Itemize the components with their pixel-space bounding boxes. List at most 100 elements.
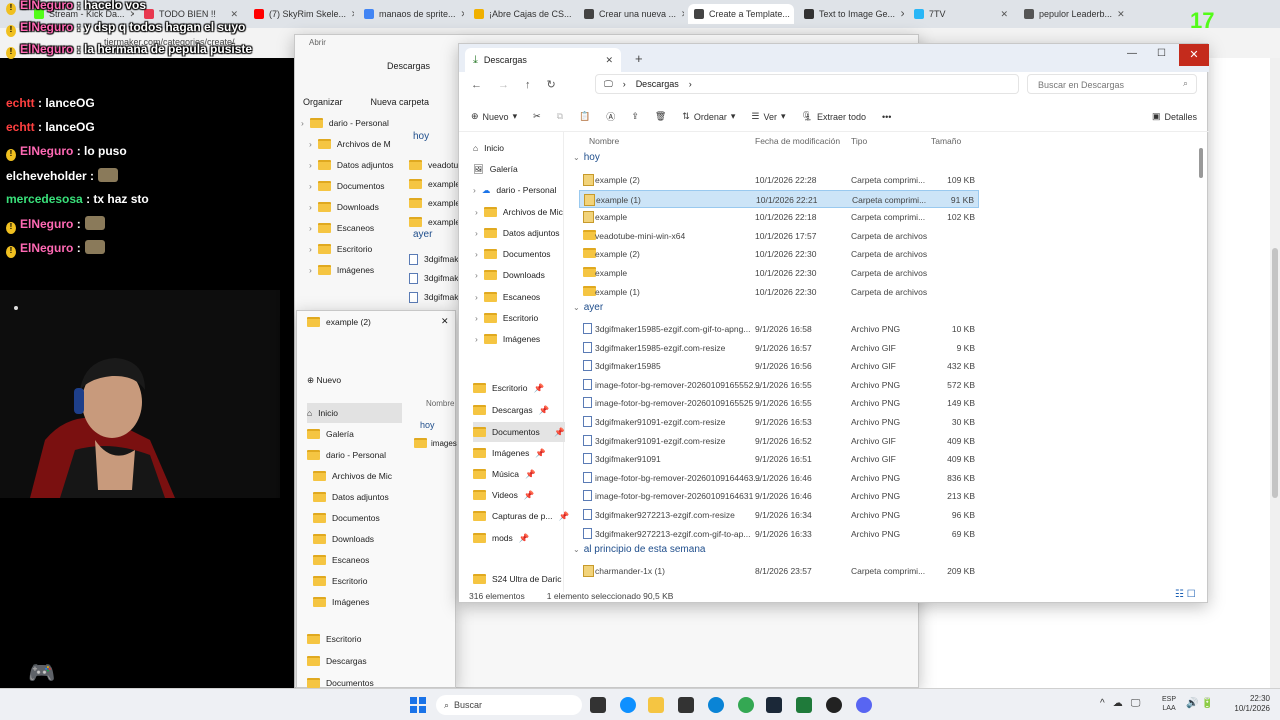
tree-item[interactable]: Datos adjuntos <box>313 487 389 507</box>
close-tab-icon[interactable]: ✕ <box>351 9 354 20</box>
file-row[interactable]: 3dgifmaker91091-ezgif.com-resize 9/1/2026… <box>579 432 979 450</box>
back-window-tab[interactable]: Descargas <box>387 61 430 71</box>
browser-tab[interactable]: Create a Template...✕ <box>688 4 794 24</box>
tree-item[interactable]: › Datos adjuntos <box>309 155 394 175</box>
organize-button[interactable]: Organizar <box>303 97 343 107</box>
list-item[interactable]: 3dgifmake <box>409 249 463 269</box>
file-row[interactable]: example (2) 10/1/2026 22:30 Carpeta de arc… <box>579 245 979 263</box>
tree-item[interactable]: › Escaneos <box>309 218 374 238</box>
new-button[interactable]: ⊕ Nuevo <box>307 375 341 386</box>
file-row[interactable]: veadotube-mini-win-x64 10/1/2026 17:57 Car… <box>579 227 979 245</box>
tree-item[interactable]: Downloads <box>313 529 374 549</box>
file-explorer-icon[interactable] <box>648 697 664 713</box>
file-icon <box>409 291 418 303</box>
column-header-name[interactable]: Nombre <box>426 399 454 408</box>
list-item[interactable]: example ( <box>409 212 465 232</box>
new-folder-button[interactable]: Nueva carpeta <box>371 97 430 107</box>
file-row[interactable]: charmander-1x (1) 8/1/2026 23:57 Carpeta c… <box>579 562 979 580</box>
close-tab-icon[interactable]: ✕ <box>1117 9 1124 20</box>
tree-item[interactable]: Archivos de Mic <box>313 466 392 486</box>
file-row[interactable]: 3dgifmaker9272213-ezgif.com-resize 9/1/20… <box>579 506 979 524</box>
browser-tab[interactable]: Crear una nueva ... ✕ <box>578 4 684 24</box>
volume-icon[interactable]: 🔊 🔋 <box>1186 698 1214 709</box>
file-row[interactable]: image-fotor-bg-remover-20260109165552...… <box>579 376 979 394</box>
task-view-icon[interactable] <box>590 697 606 713</box>
close-tab-icon[interactable]: ✕ <box>900 9 904 20</box>
scrollbar[interactable] <box>1270 58 1280 688</box>
tree-item[interactable]: Escritorio <box>307 629 361 649</box>
tree-item[interactable]: Descargas <box>307 651 367 671</box>
browser-tab[interactable]: Text to Image Ge... ✕ <box>798 4 904 24</box>
file-row[interactable]: image-fotor-bg-remover-20260109165525 9/1… <box>579 394 979 412</box>
chat-message: ! ElNeguro : <box>6 240 105 258</box>
file-row[interactable]: 3dgifmaker91091-ezgif.com-resize 9/1/2026… <box>579 413 979 431</box>
file-row[interactable]: 3dgifmaker9272213-ezgif.com-gif-to-ap...… <box>579 525 979 543</box>
tree-item[interactable]: Escritorio <box>313 571 367 591</box>
excel-icon[interactable] <box>796 697 812 713</box>
file-row[interactable]: image-fotor-bg-remover-20260109164463...… <box>579 469 979 487</box>
close-tab-icon[interactable]: ✕ <box>1000 9 1008 20</box>
language-indicator[interactable]: ESP LAA <box>1162 695 1176 713</box>
clock[interactable]: 22:30 10/1/2026 <box>1222 694 1270 714</box>
middle-window-tab[interactable]: example (2) <box>307 317 371 327</box>
chat-username: echtt <box>6 120 35 134</box>
list-item[interactable]: example <box>409 193 460 213</box>
file-row[interactable]: example (2) 10/1/2026 22:28 Carpeta compri… <box>579 171 979 189</box>
close-tab-icon[interactable]: ✕ <box>681 9 684 20</box>
tree-item[interactable]: › Archivos de M <box>309 134 391 154</box>
file-row[interactable]: 3dgifmaker15985 9/1/2026 16:56 Archivo GIF… <box>579 357 979 375</box>
file-row[interactable]: 3dgifmaker91091 9/1/2026 16:51 Archivo GIF… <box>579 450 979 468</box>
tree-item[interactable]: › dario - Personal <box>301 113 389 133</box>
group-header[interactable]: ⌄ al principio de esta semana <box>573 544 705 555</box>
browser-tab[interactable]: manaos de sprite... ✕ <box>358 4 464 24</box>
close-tab-icon[interactable]: ✕ <box>461 9 464 20</box>
explorer-window-middle[interactable]: example (2) ✕ ⊕ Nuevo ⌂ Inicio Galería dari… <box>296 310 456 688</box>
store-icon[interactable] <box>678 697 694 713</box>
browser-tab[interactable]: ¡Abre Cajas de CS...✕ <box>468 4 574 24</box>
file-icon <box>583 453 592 465</box>
tree-item[interactable]: Escaneos <box>313 550 369 570</box>
steam-icon[interactable] <box>766 697 782 713</box>
explorer-window[interactable]: ⤓ Descargas ✕ + — ☐ ✕ ← → ↑ ↻ 🖵 › Descarga… <box>458 43 1209 604</box>
file-row[interactable]: example (1) 10/1/2026 22:30 Carpeta de arc… <box>579 283 979 301</box>
details-view-icon[interactable]: ☷ ☐ <box>1175 589 1196 600</box>
file-row[interactable]: example (1) 10/1/2026 22:21 Carpeta compri… <box>579 189 979 208</box>
taskbar-search[interactable]: ⌕ Buscar <box>436 695 582 715</box>
edge-icon[interactable] <box>708 697 724 713</box>
obs-icon[interactable] <box>826 697 842 713</box>
group-header[interactable]: ⌄ ayer <box>573 302 603 313</box>
tree-item[interactable]: › Downloads <box>309 197 379 217</box>
discord-icon[interactable] <box>856 697 872 713</box>
file-row[interactable]: 3dgifmaker15985-ezgif.com-resize 9/1/2026… <box>579 339 979 357</box>
tree-item[interactable]: › Imágenes <box>309 260 374 280</box>
tree-item[interactable]: Galería <box>307 424 354 444</box>
list-scrollbar[interactable] <box>1199 148 1203 178</box>
browser-tab[interactable]: 7TV ✕ <box>908 4 1014 24</box>
file-row[interactable]: 3dgifmaker15985-ezgif.com-gif-to-apng...… <box>579 320 979 338</box>
browser-tab-label: ¡Abre Cajas de CS... <box>489 9 572 19</box>
badge-icon: ! <box>6 25 16 37</box>
file-row[interactable]: example 10/1/2026 22:30 Carpeta de archivo… <box>579 264 979 282</box>
chevron-up-icon[interactable]: ^ <box>1100 698 1105 709</box>
status-bar: 316 elementos 1 elemento seleccionado 90… <box>459 588 1209 604</box>
browser-tab-label: Create a Template... <box>709 9 790 19</box>
start-button[interactable] <box>410 697 426 713</box>
tree-item[interactable]: › Documentos <box>309 176 385 196</box>
list-item[interactable]: 3dgifmake <box>409 287 463 307</box>
chrome-icon[interactable] <box>738 697 754 713</box>
tree-item[interactable]: dario - Personal <box>307 445 386 465</box>
close-icon[interactable]: ✕ <box>441 316 449 327</box>
file-row[interactable]: image-fotor-bg-remover-20260109164631 9/1… <box>579 487 979 505</box>
tree-item[interactable]: Documentos <box>313 508 380 528</box>
list-item[interactable]: images <box>414 438 457 448</box>
copilot-icon[interactable] <box>620 697 636 713</box>
browser-tab[interactable]: pepulor Leaderb... ✕ <box>1018 4 1124 24</box>
system-tray[interactable]: ^ ☁ 🖵 <box>1100 698 1140 709</box>
tree-item[interactable]: Imágenes <box>313 592 369 612</box>
tree-item[interactable]: › Escritorio <box>309 239 372 259</box>
tree-item[interactable]: ⌂ Inicio <box>307 403 402 423</box>
back-window-tree: › dario - Personal › Archivos de M › Datos ad… <box>295 111 395 321</box>
file-row[interactable]: example 10/1/2026 22:18 Carpeta comprimi..… <box>579 208 979 226</box>
group-header[interactable]: ⌄ hoy <box>573 152 600 163</box>
list-item[interactable]: 3dgifmake <box>409 268 463 288</box>
